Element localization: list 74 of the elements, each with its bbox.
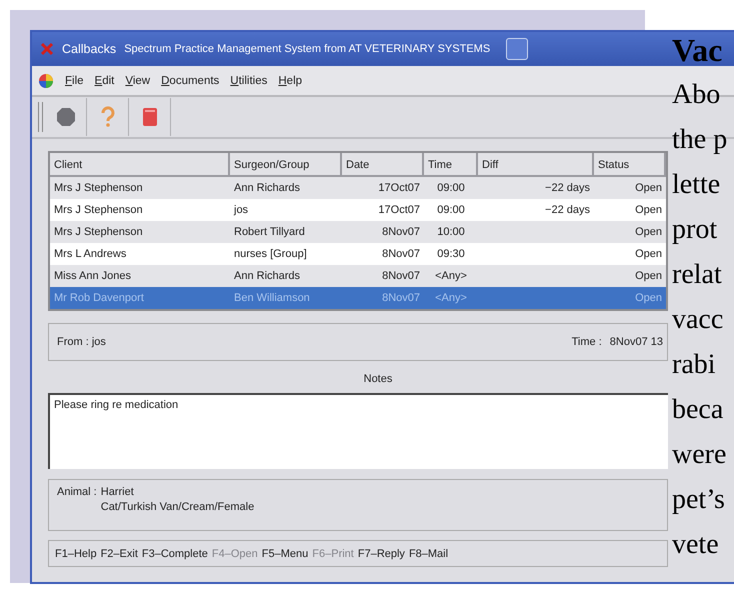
animal-label: Animal : [57,486,97,500]
book-icon[interactable] [142,106,158,128]
window-title: Callbacks [62,42,116,56]
article-text-line: vete [672,529,719,560]
table-cell: 17Oct07 [378,182,420,194]
table-cell: Mr Rob Davenport [54,292,144,304]
menu-item[interactable]: Documents [161,74,220,86]
table-row[interactable]: Miss Ann Jones Ann Richards 8Nov07 <Any> Open [50,265,666,287]
animal-name: Harriet [100,486,135,498]
table-cell: 09:00 [437,182,465,194]
table-cell: −22 days [545,182,590,194]
table-cell: 8Nov07 [382,270,420,282]
table-cell: Ann Richards [234,182,300,194]
from-label: From : jos [57,336,106,348]
time-value: 8Nov07 13 [610,336,663,348]
minimize-button[interactable] [506,38,528,60]
article-text-line: prot [672,214,718,245]
window-subtitle: Spectrum Practice Management System from AT VETERINARY SYSTEMS [124,43,490,55]
article-text-line: Abo [672,79,720,110]
table-cell: 09:00 [437,204,465,216]
notes-label: Notes [364,373,392,385]
article-text-line: rabi [672,349,716,380]
table-cell: 09:30 [437,248,465,260]
article-text-line: pet’s [672,484,725,515]
function-key[interactable]: F3–Complete [142,548,208,560]
stop-icon[interactable] [54,106,76,128]
table-cell: Open [635,248,662,260]
menu-item[interactable]: View [125,74,150,86]
table-cell: jos [234,204,248,216]
table-cell: Ben Williamson [234,292,310,304]
table-cell: Mrs J Stephenson [54,226,143,238]
article-heading: Vac [672,32,722,68]
table-cell: Open [635,270,662,282]
close-x-icon [40,42,54,56]
menu-item[interactable]: Help [278,74,302,86]
table-cell: Mrs J Stephenson [54,204,143,216]
article-text-line: beca [672,394,724,425]
table-cell: Mrs L Andrews [54,248,126,260]
table-cell: Open [635,204,662,216]
time-label: Time : [572,336,602,348]
article-text-line: vacc [672,304,724,335]
table-cell: 17Oct07 [378,204,420,216]
table-cell: Miss Ann Jones [54,270,132,282]
article-text-line: were [672,439,726,470]
table-cell: Ann Richards [234,270,300,282]
function-key[interactable]: F5–Menu [262,548,308,560]
function-key[interactable]: F7–Reply [358,548,405,560]
function-key[interactable]: F2–Exit [100,548,138,560]
table-cell: <Any> [435,292,467,304]
table-cell: Open [635,226,662,238]
color-wheel-icon [38,72,54,88]
animal-description: Cat/Turkish Van/Cream/Female [100,501,254,513]
table-cell: Open [635,182,662,194]
article-text-line: relat [672,259,722,290]
article-text-line: the p [672,124,728,155]
table-cell: <Any> [435,270,467,282]
notes-field[interactable]: Please ring re medication [48,393,668,469]
article-text-line: lette [672,169,720,200]
table-row[interactable]: Mrs J Stephenson Robert Tillyard 8Nov07 10:00 Open [50,221,666,243]
table-cell: −22 days [545,204,590,216]
table-cell: Mrs J Stephenson [54,182,143,194]
menu-item[interactable]: Edit [94,74,114,86]
table-cell: 8Nov07 [382,248,420,260]
table-cell: 8Nov07 [382,226,420,238]
function-key[interactable]: F1–Help [55,548,97,560]
table-cell: 8Nov07 [382,292,420,304]
table-cell: Open [635,292,662,304]
table-row[interactable]: Mrs J Stephenson Ann Richards 17Oct07 09:00 −22 days Open [50,177,666,199]
menu-item[interactable]: Utilities [230,74,268,86]
table-cell: 10:00 [437,226,465,238]
table-cell: nurses [Group] [234,248,307,260]
function-key[interactable]: F8–Mail [408,548,448,560]
menu-item[interactable]: File [65,74,84,86]
table-cell: Robert Tillyard [234,226,305,238]
